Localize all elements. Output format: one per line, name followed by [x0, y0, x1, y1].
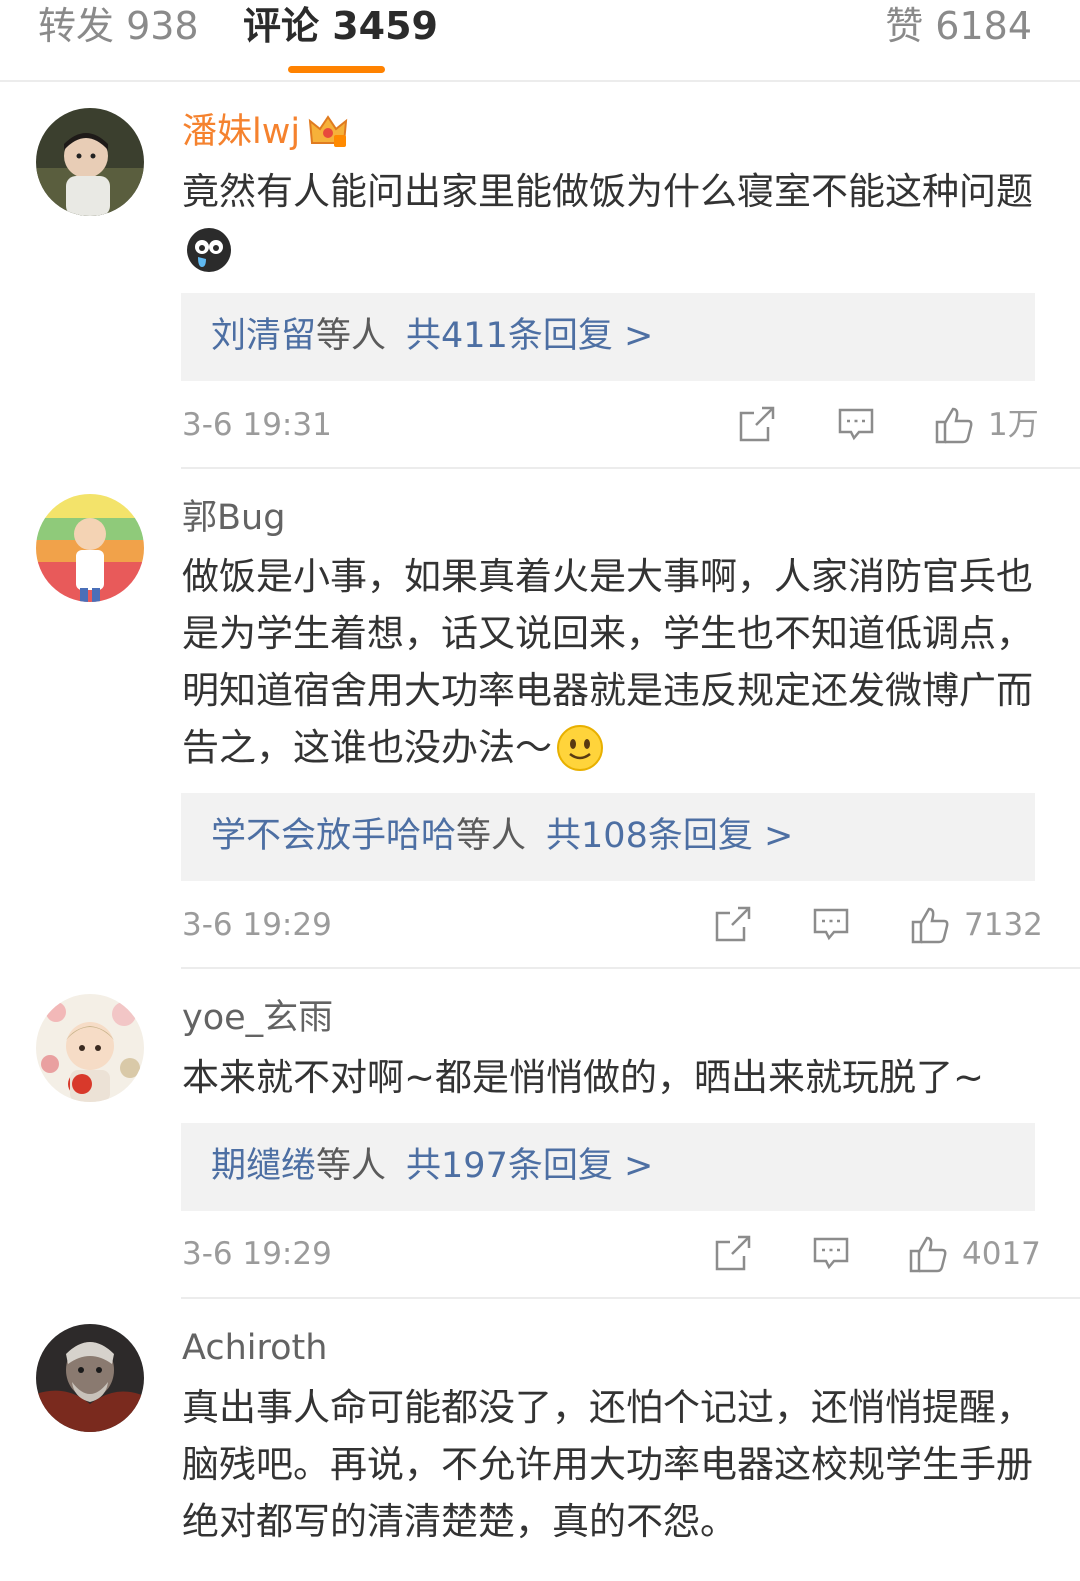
- divider: [181, 467, 1080, 469]
- comment-text: 真出事人命可能都没了，还怕个记过，还悄悄提醒，脑残吧。再说，不允许用大功率电器这…: [182, 1379, 1042, 1550]
- reply-summary-text[interactable]: 期缱绻等人 共197条回复 >: [211, 1143, 653, 1189]
- avatar-image: [36, 494, 144, 602]
- crying-face-icon: [186, 227, 232, 289]
- reply-count-link[interactable]: 共411条回复 >: [406, 316, 653, 356]
- active-tab-indicator: [288, 66, 385, 73]
- avatar-image: [36, 1324, 144, 1432]
- timestamp: 3-6 19:29: [182, 907, 332, 943]
- reply-summary[interactable]: 刘清留等人 共411条回复 >: [181, 293, 1035, 381]
- avatar[interactable]: [36, 1324, 144, 1432]
- avatar-image: [36, 108, 144, 216]
- like-count: 1万: [988, 407, 1039, 443]
- thumbs-up-icon[interactable]: [908, 1234, 948, 1274]
- avatar[interactable]: [36, 494, 144, 602]
- reply-summary-text[interactable]: 学不会放手哈哈等人 共108条回复 >: [211, 813, 793, 859]
- comment-text-body: 真出事人命可能都没了，还怕个记过，还悄悄提醒，脑残吧。再说，不允许用大功率电器这…: [182, 1386, 1033, 1543]
- comment-text-body: 竟然有人能问出家里能做饭为什么寝室不能这种问题: [182, 170, 1033, 213]
- comment-icon[interactable]: [812, 1234, 850, 1272]
- timestamp: 3-6 19:31: [182, 407, 332, 443]
- avatar-image: [36, 994, 144, 1102]
- reply-others-label: 等人: [316, 1146, 387, 1186]
- share-icon[interactable]: [738, 405, 776, 443]
- username[interactable]: 潘妹lwj: [182, 110, 348, 160]
- tab-reposts[interactable]: 转发 938: [38, 2, 199, 50]
- like-count: 7132: [964, 907, 1043, 943]
- username[interactable]: Achiroth: [182, 1326, 327, 1370]
- reply-others-label: 等人: [316, 316, 387, 356]
- reply-summary[interactable]: 期缱绻等人 共197条回复 >: [181, 1123, 1035, 1211]
- share-icon[interactable]: [714, 1234, 752, 1272]
- tab-comments[interactable]: 评论 3459: [243, 2, 438, 50]
- username-text[interactable]: 潘妹lwj: [182, 112, 300, 152]
- comment-text: 本来就不对啊~都是悄悄做的，晒出来就玩脱了~: [182, 1049, 1042, 1106]
- comment-actions: 3-6 19:29 7132: [182, 905, 1043, 945]
- comment-icon[interactable]: [812, 905, 850, 943]
- avatar[interactable]: [36, 108, 144, 216]
- comment-actions: 3-6 19:31 1万: [182, 405, 1039, 445]
- comment-text: 竟然有人能问出家里能做饭为什么寝室不能这种问题: [182, 163, 1042, 289]
- tab-likes[interactable]: 赞 6184: [885, 2, 1032, 50]
- thumbs-up-icon[interactable]: [910, 905, 950, 945]
- reply-user-names[interactable]: 期缱绻: [211, 1146, 316, 1186]
- avatar[interactable]: [36, 994, 144, 1102]
- username[interactable]: 郭Bug: [182, 496, 285, 540]
- comment-icon[interactable]: [837, 405, 875, 443]
- divider: [181, 967, 1080, 969]
- username[interactable]: yoe_玄雨: [182, 996, 333, 1040]
- divider: [181, 1297, 1080, 1299]
- like-count: 4017: [962, 1236, 1041, 1272]
- crown-badge-icon: [308, 113, 348, 160]
- comment-text-body: 做饭是小事，如果真着火是大事啊，人家消防官兵也是为学生着想，话又说回来，学生也不…: [182, 555, 1033, 769]
- smile-face-icon: [556, 724, 604, 788]
- comment-actions: 3-6 19:29 4017: [182, 1234, 1041, 1274]
- reply-user-names[interactable]: 学不会放手哈哈: [211, 816, 456, 856]
- reply-summary[interactable]: 学不会放手哈哈等人 共108条回复 >: [181, 793, 1035, 881]
- tab-bar: 转发 938 评论 3459 赞 6184: [0, 0, 1080, 82]
- reply-summary-text[interactable]: 刘清留等人 共411条回复 >: [211, 313, 653, 359]
- share-icon[interactable]: [714, 905, 752, 943]
- thumbs-up-icon[interactable]: [934, 405, 974, 445]
- reply-others-label: 等人: [456, 816, 527, 856]
- comment-text-body: 本来就不对啊~都是悄悄做的，晒出来就玩脱了~: [182, 1056, 985, 1099]
- reply-count-link[interactable]: 共197条回复 >: [406, 1146, 653, 1186]
- timestamp: 3-6 19:29: [182, 1236, 332, 1272]
- reply-user-names[interactable]: 刘清留: [211, 316, 316, 356]
- reply-count-link[interactable]: 共108条回复 >: [546, 816, 793, 856]
- comment-text: 做饭是小事，如果真着火是大事啊，人家消防官兵也是为学生着想，话又说回来，学生也不…: [182, 548, 1042, 788]
